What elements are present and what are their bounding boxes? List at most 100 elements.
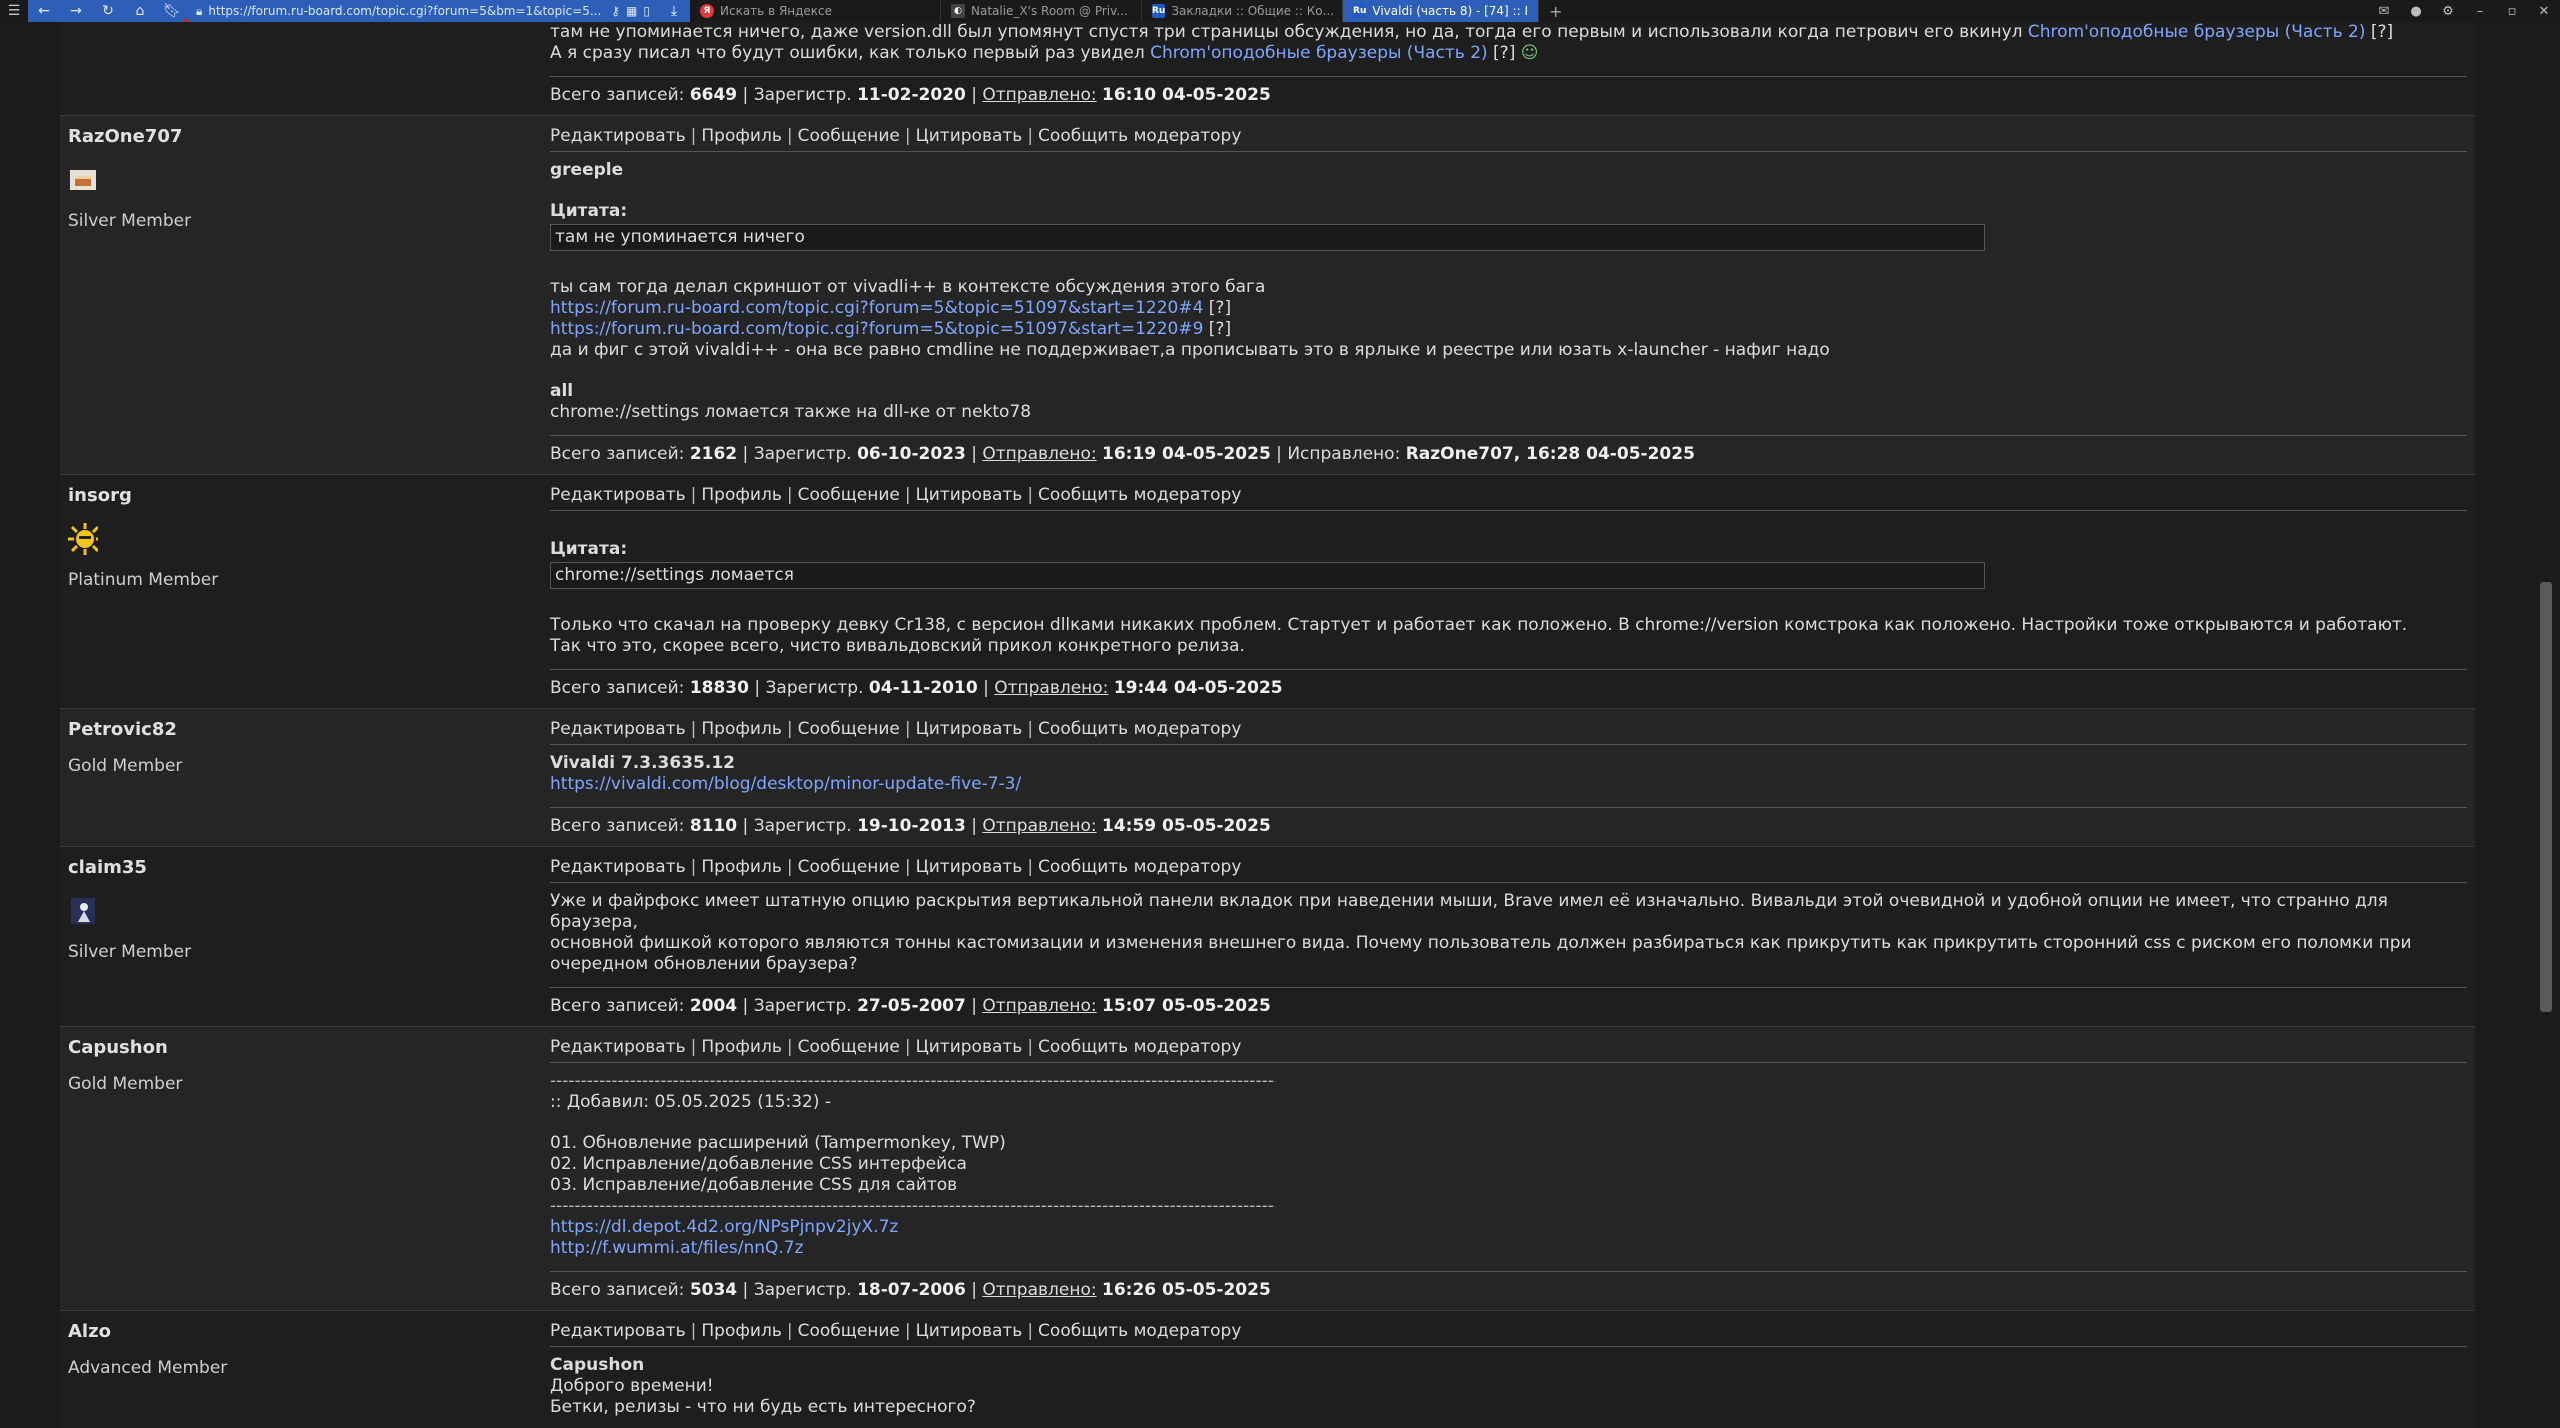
message-link[interactable]: Сообщение: [798, 1037, 900, 1057]
edit-link[interactable]: Редактировать: [550, 857, 686, 877]
edit-link[interactable]: Редактировать: [550, 1037, 686, 1057]
quote-link[interactable]: Цитировать: [916, 857, 1023, 877]
download-link[interactable]: http://f.wummi.at/files/nnQ.7z: [550, 1238, 804, 1258]
extensions-icon[interactable]: ⚙: [2432, 4, 2464, 19]
qr-icon[interactable]: ▦: [626, 4, 637, 18]
report-link[interactable]: Сообщить модератору: [1038, 1321, 1241, 1341]
post-content: Редактировать | Профиль | Сообщение | Цитирова…: [550, 116, 2475, 474]
tab-bookmarks[interactable]: Ru Закладки :: Общие :: Ко...: [1142, 0, 1343, 22]
author-nick[interactable]: Petrovic82: [68, 719, 542, 740]
fixed-value: RazOne707, 16:28 04-05-2025: [1405, 444, 1695, 464]
profile-link[interactable]: Профиль: [701, 126, 781, 146]
author-nick[interactable]: RazOne707: [68, 126, 542, 147]
quote-link[interactable]: Цитировать: [916, 485, 1023, 505]
sent-link[interactable]: Отправлено:: [982, 996, 1096, 1016]
reload-icon[interactable]: ↻: [92, 0, 124, 22]
message-link[interactable]: Сообщение: [798, 1321, 900, 1341]
profile-link[interactable]: Профиль: [701, 485, 781, 505]
thread-link[interactable]: Chrom'оподобные браузеры (Часть 2): [2028, 22, 2366, 42]
profile-link[interactable]: Профиль: [701, 857, 781, 877]
message-link[interactable]: Сообщение: [798, 719, 900, 739]
edit-link[interactable]: Редактировать: [550, 126, 686, 146]
profile-link[interactable]: Профиль: [701, 1321, 781, 1341]
report-link[interactable]: Сообщить модератору: [1038, 719, 1241, 739]
message-link[interactable]: Сообщение: [798, 857, 900, 877]
post-link[interactable]: https://forum.ru-board.com/topic.cgi?for…: [550, 298, 1203, 318]
maximize-icon[interactable]: ▫: [2496, 4, 2528, 19]
report-link[interactable]: Сообщить модератору: [1038, 126, 1241, 146]
mail-icon[interactable]: ✉: [2368, 4, 2400, 19]
author-nick[interactable]: claim35: [68, 857, 542, 878]
profile-link[interactable]: Профиль: [701, 1037, 781, 1057]
close-icon[interactable]: ✕: [2528, 4, 2560, 19]
download-link[interactable]: https://dl.depot.4d2.org/NPsPjnpv2jyX.7z: [550, 1217, 898, 1237]
sent-link[interactable]: Отправлено:: [982, 1280, 1096, 1300]
tab-github[interactable]: ◐ Natalie_X's Room @ Priv...: [941, 0, 1142, 22]
browser-toolbar: ☰ ← → ↻ ⌂ 🔖︎ 🔒︎ https://forum.ru-board.c…: [0, 0, 2560, 22]
tab-title: Vivaldi (часть 8) - [74] :: I: [1372, 4, 1528, 18]
author-nick[interactable]: insorg: [68, 485, 542, 506]
edit-link[interactable]: Редактировать: [550, 719, 686, 739]
post-link[interactable]: https://forum.ru-board.com/topic.cgi?for…: [550, 319, 1203, 339]
sent-link[interactable]: Отправлено:: [982, 444, 1096, 464]
reg-label: Зарегистр.: [753, 996, 852, 1016]
download-icon[interactable]: ⤓: [658, 0, 690, 22]
quote-link[interactable]: Цитировать: [916, 126, 1023, 146]
author-rank: Silver Member: [68, 211, 192, 231]
quote-link[interactable]: Цитировать: [916, 1321, 1023, 1341]
total-label: Всего записей:: [550, 678, 685, 698]
sent-link[interactable]: Отправлено:: [994, 678, 1108, 698]
tab-vivaldi-thread[interactable]: Ru Vivaldi (часть 8) - [74] :: I: [1343, 0, 1539, 22]
post: insorg Platinum Member Редактировать | Про…: [60, 474, 2475, 708]
total-value: 2162: [689, 444, 738, 464]
forward-icon[interactable]: →: [60, 0, 92, 22]
qmark[interactable]: [?]: [2365, 22, 2393, 42]
qmark[interactable]: [?]: [1203, 319, 1231, 339]
report-link[interactable]: Сообщить модератору: [1038, 1037, 1241, 1057]
author-rank: Gold Member: [68, 756, 183, 776]
message-link[interactable]: Сообщение: [798, 485, 900, 505]
post-footer: Всего записей: 6649 | Зарегистр. 11-02-2…: [550, 76, 2467, 105]
profile-link[interactable]: Профиль: [701, 719, 781, 739]
qmark[interactable]: [?]: [1488, 43, 1515, 63]
tab-yandex[interactable]: Я Искать в Яндексе: [690, 0, 941, 22]
vpn-icon[interactable]: ●: [2400, 4, 2432, 19]
total-value: 5034: [689, 1280, 738, 1300]
new-tab-icon[interactable]: +: [1539, 2, 1572, 21]
sent-value: 16:19 04-05-2025: [1102, 444, 1271, 464]
report-link[interactable]: Сообщить модератору: [1038, 485, 1241, 505]
sent-link[interactable]: Отправлено:: [982, 85, 1096, 105]
post-link[interactable]: https://vivaldi.com/blog/desktop/minor-u…: [550, 774, 1021, 794]
back-icon[interactable]: ←: [28, 0, 60, 22]
sent-link[interactable]: Отправлено:: [982, 816, 1096, 836]
qmark[interactable]: [?]: [1203, 298, 1231, 318]
bookmark-page-icon[interactable]: ▯: [643, 4, 650, 18]
total-value: 2004: [689, 996, 738, 1016]
total-label: Всего записей:: [550, 1280, 685, 1300]
report-link[interactable]: Сообщить модератору: [1038, 857, 1241, 877]
message-link[interactable]: Сообщение: [798, 126, 900, 146]
reg-label: Зарегистр.: [765, 678, 864, 698]
scrollbar-thumb[interactable]: [2540, 582, 2552, 1012]
tab-title: Закладки :: Общие :: Ко...: [1171, 4, 1335, 18]
thread-link[interactable]: Chrom'оподобные браузеры (Часть 2): [1150, 43, 1488, 63]
address-bar[interactable]: 🔒︎ https://forum.ru-board.com/topic.cgi?…: [188, 0, 658, 22]
edit-link[interactable]: Редактировать: [550, 485, 686, 505]
post-body: greeple Цитата: там не упоминается ничег…: [550, 152, 2467, 423]
author-nick[interactable]: Alzo: [68, 1321, 542, 1342]
reg-value: 19-10-2013: [857, 816, 966, 836]
minimize-icon[interactable]: –: [2464, 4, 2496, 19]
post-actions: Редактировать | Профиль | Сообщение | Цитирова…: [550, 1321, 2467, 1347]
key-icon[interactable]: ⚷: [611, 4, 620, 18]
edit-link[interactable]: Редактировать: [550, 1321, 686, 1341]
post-fragment: там не упоминается ничего, даже version.…: [60, 22, 2475, 115]
page-scrollbar[interactable]: [2532, 22, 2560, 1414]
menu-icon[interactable]: ☰: [0, 0, 28, 22]
addressee: all: [550, 381, 574, 401]
quote-link[interactable]: Цитировать: [916, 1037, 1023, 1057]
quote-link[interactable]: Цитировать: [916, 719, 1023, 739]
window-controls: ✉ ● ⚙ – ▫ ✕: [2368, 0, 2560, 22]
author-nick[interactable]: Capushon: [68, 1037, 542, 1058]
divider-text: ----------------------------------------…: [550, 1071, 1275, 1091]
post-text: основной фишкой которого являются тонны …: [550, 933, 2412, 953]
